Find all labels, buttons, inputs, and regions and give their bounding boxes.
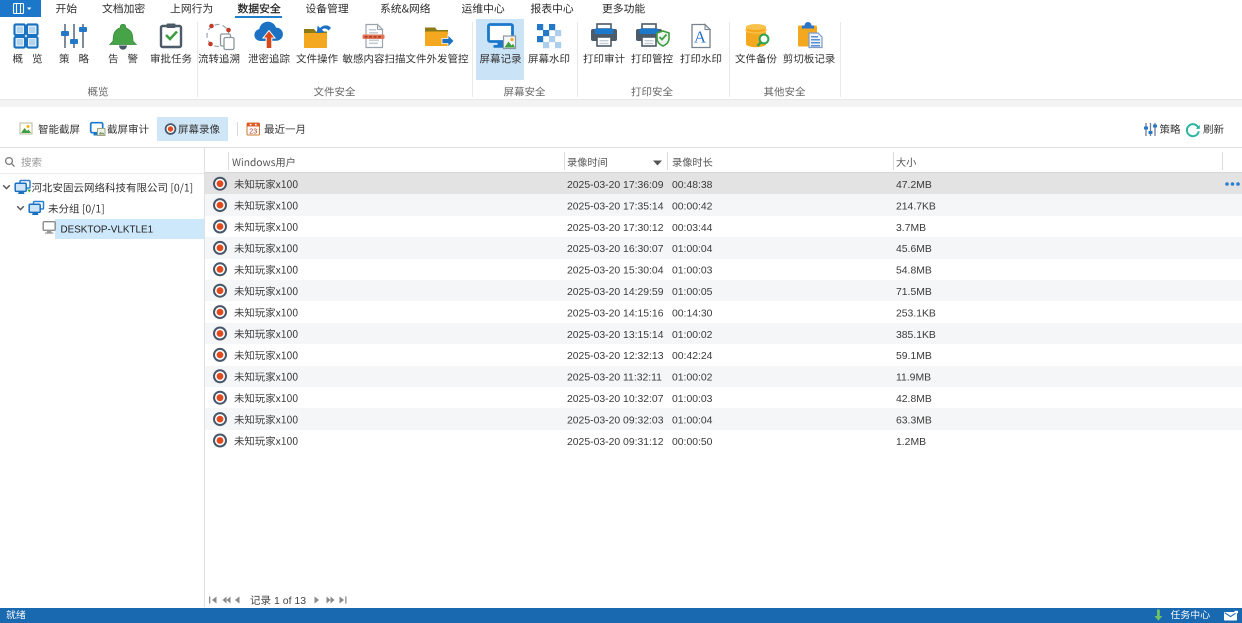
svg-text:2025-03-20 17:35:14: 2025-03-20 17:35:14 bbox=[567, 201, 664, 212]
svg-text:2025-03-20 15:30:04: 2025-03-20 15:30:04 bbox=[567, 266, 664, 277]
svg-text:1.2MB: 1.2MB bbox=[896, 437, 926, 448]
svg-text:42.8MB: 42.8MB bbox=[896, 394, 932, 405]
svg-text:A: A bbox=[694, 28, 707, 47]
svg-text:2025-03-20 17:36:09: 2025-03-20 17:36:09 bbox=[567, 180, 664, 191]
svg-text:385.1KB: 385.1KB bbox=[896, 330, 936, 341]
svg-text:01:00:02: 01:00:02 bbox=[672, 330, 713, 341]
svg-text:3.7MB: 3.7MB bbox=[896, 223, 926, 234]
svg-text:00:48:38: 00:48:38 bbox=[672, 180, 713, 191]
svg-text:01:00:03: 01:00:03 bbox=[672, 266, 713, 277]
svg-text:01:00:02: 01:00:02 bbox=[672, 373, 713, 384]
svg-text:47.2MB: 47.2MB bbox=[896, 180, 932, 191]
svg-text:2025-03-20 14:15:16: 2025-03-20 14:15:16 bbox=[567, 308, 664, 319]
svg-text:2025-03-20 12:32:13: 2025-03-20 12:32:13 bbox=[567, 351, 664, 362]
svg-text:253.1KB: 253.1KB bbox=[896, 308, 936, 319]
svg-text:63.3MB: 63.3MB bbox=[896, 415, 932, 426]
svg-text:DESKTOP-VLKTLE1: DESKTOP-VLKTLE1 bbox=[61, 225, 154, 236]
svg-text:00:00:50: 00:00:50 bbox=[672, 437, 713, 448]
svg-text:2025-03-20 10:32:07: 2025-03-20 10:32:07 bbox=[567, 394, 664, 405]
svg-text:2025-03-20 13:15:14: 2025-03-20 13:15:14 bbox=[567, 330, 664, 341]
svg-text:00:42:24: 00:42:24 bbox=[672, 351, 713, 362]
svg-text:01:00:03: 01:00:03 bbox=[672, 394, 713, 405]
svg-text:11.9MB: 11.9MB bbox=[896, 373, 931, 384]
svg-text:54.8MB: 54.8MB bbox=[896, 266, 932, 277]
svg-text:01:00:05: 01:00:05 bbox=[672, 287, 713, 298]
svg-text:214.7KB: 214.7KB bbox=[896, 201, 936, 212]
svg-text:1 of 13: 1 of 13 bbox=[274, 595, 306, 607]
svg-text:00:14:30: 00:14:30 bbox=[672, 308, 713, 319]
svg-text:2025-03-20 09:32:03: 2025-03-20 09:32:03 bbox=[567, 415, 664, 426]
svg-text:2025-03-20 14:29:59: 2025-03-20 14:29:59 bbox=[567, 287, 664, 298]
svg-text:2025-03-20 09:31:12: 2025-03-20 09:31:12 bbox=[567, 437, 664, 448]
svg-text:2025-03-20 11:32:11: 2025-03-20 11:32:11 bbox=[567, 373, 662, 384]
svg-text:2025-03-20 16:30:07: 2025-03-20 16:30:07 bbox=[567, 244, 664, 255]
svg-text:59.1MB: 59.1MB bbox=[896, 351, 932, 362]
svg-text:71.5MB: 71.5MB bbox=[896, 287, 932, 298]
svg-text:00:00:42: 00:00:42 bbox=[672, 201, 713, 212]
svg-text:01:00:04: 01:00:04 bbox=[672, 415, 713, 426]
svg-text:01:00:04: 01:00:04 bbox=[672, 244, 713, 255]
svg-text:2025-03-20 17:30:12: 2025-03-20 17:30:12 bbox=[567, 223, 664, 234]
svg-text:00:03:44: 00:03:44 bbox=[672, 223, 713, 234]
svg-text:45.6MB: 45.6MB bbox=[896, 244, 932, 255]
svg-text:23: 23 bbox=[249, 128, 257, 135]
